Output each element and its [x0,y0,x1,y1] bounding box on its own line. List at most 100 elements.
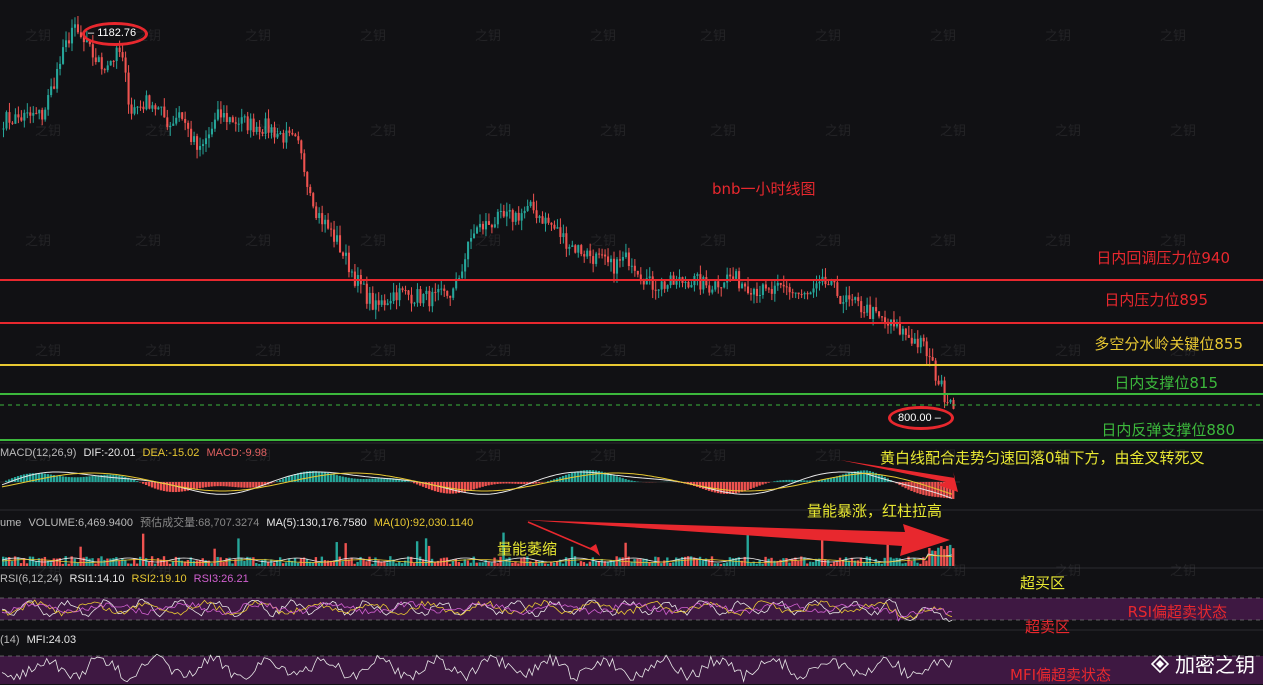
candle [938,376,940,386]
volume-bar [660,563,662,566]
candle-body [419,289,421,303]
macd-bar [255,482,257,487]
candle [482,221,484,234]
volume-bar [556,562,558,566]
candle-body [488,221,490,225]
candle-body [684,282,686,283]
candle [547,214,549,225]
macd-bar [62,476,64,482]
candle [807,291,809,299]
candle-body [574,245,576,252]
candle-body [705,277,707,285]
volume-bar [821,540,823,566]
candle [869,296,871,319]
candle [571,241,573,247]
candle-body [807,293,809,294]
macd-bar [148,482,150,486]
volume-surge-note: 量能暴涨，红柱拉高 [807,500,942,521]
macd-bar [175,482,177,492]
macd-bar [330,474,332,482]
candle [285,122,287,149]
candle [104,68,106,73]
candle-body [869,305,871,319]
overbought-label: 超买区 [1020,572,1065,593]
volume-bar [368,557,370,566]
volume-bar [577,563,579,566]
candle-body [2,129,4,130]
volume-bar [395,563,397,566]
macd-bar [124,477,126,482]
volume-value: VOLUME:6,469.9400 [28,517,133,529]
candle [38,109,40,119]
macd-bar [758,482,760,486]
candle-body [256,127,258,132]
candle [848,286,850,306]
candle [309,184,311,196]
candle-body [550,223,552,225]
candle [565,227,567,257]
candle-body [687,282,689,287]
volume-bar [860,558,862,566]
macd-bar [788,480,790,482]
volume-bar [484,560,486,566]
candle-body [601,254,603,255]
volume-bar [854,561,856,566]
rsi-name: RSI(6,12,24) [0,573,62,585]
macd-bar [342,477,344,482]
candle [658,289,660,298]
candle-body [562,233,564,237]
macd-legend: MACD(12,26,9) DIF:-20.01 DEA:-15.02 MACD… [0,447,267,459]
macd-bar [633,481,635,482]
volume-bar [562,563,564,566]
candle-body [661,281,663,289]
candle [851,294,853,306]
candle-body [428,291,430,306]
candle-body [282,133,284,143]
macd-bar [136,481,138,482]
volume-bar [550,562,552,566]
level-label-895: 日内压力位895 [1104,289,1208,310]
macd-bar [866,470,868,482]
candle [375,293,377,319]
candle-body [723,283,725,288]
macd-bar [172,482,174,492]
volume-bar [261,560,263,566]
candle [762,283,764,299]
volume-bar [94,564,96,566]
candle-body [604,255,606,257]
candle [899,316,901,335]
candle-body [786,286,788,287]
candle [536,201,538,224]
candle [214,113,216,132]
candle-body [187,123,189,129]
volume-bar [881,564,883,566]
candle-body [345,253,347,256]
macd-bar [407,481,409,482]
candle-body [425,291,427,294]
candle-body [464,259,466,271]
macd-bar [806,480,808,482]
candle-body [735,271,737,279]
volume-bar [481,562,483,566]
candle-body [116,48,118,61]
macd-bar [785,480,787,482]
candle [77,16,79,34]
candle-body [795,293,797,294]
candle [348,246,350,278]
macd-bar [222,482,224,486]
volume-bar [282,563,284,566]
candle [640,267,642,284]
candle-body [253,119,255,133]
volume-bar [85,557,87,566]
candle-body [259,127,261,132]
candle [556,219,558,229]
candle-body [95,57,97,62]
volume-bar [729,557,731,566]
candle [205,130,207,152]
candle [136,106,138,114]
candle [68,32,70,47]
candle-body [717,281,719,287]
candle-body [565,233,567,249]
candle-body [20,117,22,120]
candle-body [128,73,130,105]
